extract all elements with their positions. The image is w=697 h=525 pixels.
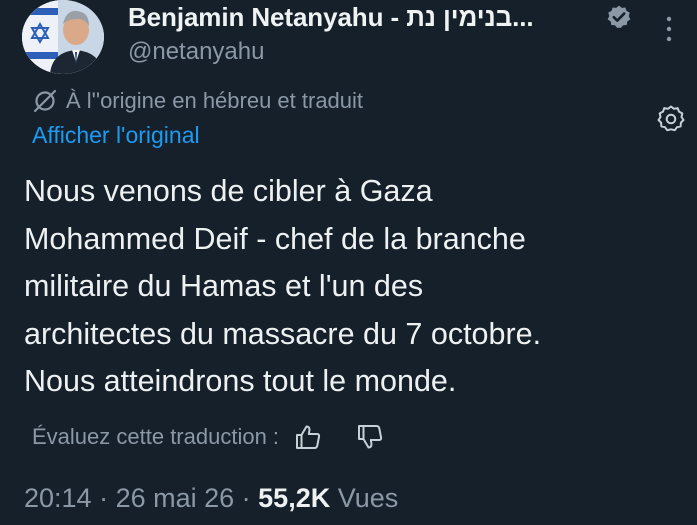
tweet-date[interactable]: 26 mai 26 xyxy=(116,483,235,513)
tweet-text-line: architectes du massacre du 7 octobre. xyxy=(24,316,542,351)
tweet-card: Benjamin Netanyahu - בנימין נת... @netan… xyxy=(0,0,697,525)
meta-separator: · xyxy=(91,483,116,513)
author-name[interactable]: Benjamin Netanyahu - בנימין נת... xyxy=(128,2,534,33)
more-vertical-icon[interactable] xyxy=(666,16,672,42)
avatar[interactable] xyxy=(22,0,104,74)
author-handle[interactable]: @netanyahu xyxy=(128,38,264,66)
tweet-text: Nous venons de cibler à Gaza Mohammed De… xyxy=(24,168,684,406)
views-count[interactable]: 55,2K xyxy=(258,483,330,513)
settings-gear-icon[interactable] xyxy=(656,104,686,134)
translation-note: À l''origine en hébreu et traduit xyxy=(66,88,364,113)
show-original-link[interactable]: Afficher l'original xyxy=(32,122,200,149)
translate-icon xyxy=(33,89,57,113)
meta-separator: · xyxy=(234,483,259,513)
tweet-time[interactable]: 20:14 xyxy=(24,483,92,513)
tweet-text-line: Mohammed Deif - chef de la branche xyxy=(24,221,526,256)
verified-badge-icon xyxy=(607,5,631,28)
tweet-text-line: militaire du Hamas et l'un des xyxy=(24,269,424,303)
tweet-text-line: Nous atteindrons tout le monde. xyxy=(24,364,457,398)
thumb-down-icon[interactable] xyxy=(355,422,385,452)
tweet-meta: 20:14 · 26 mai 26 · 55,2K Vues xyxy=(24,483,398,514)
tweet-text-line: Nous venons de cibler à Gaza xyxy=(24,174,433,208)
rate-translation-label: Évaluez cette traduction : xyxy=(32,424,280,449)
thumb-up-icon[interactable] xyxy=(293,422,323,452)
views-label: Vues xyxy=(330,483,399,513)
rate-translation: Évaluez cette traduction : xyxy=(32,422,385,452)
translation-notice: À l''origine en hébreu et traduit xyxy=(32,88,363,114)
